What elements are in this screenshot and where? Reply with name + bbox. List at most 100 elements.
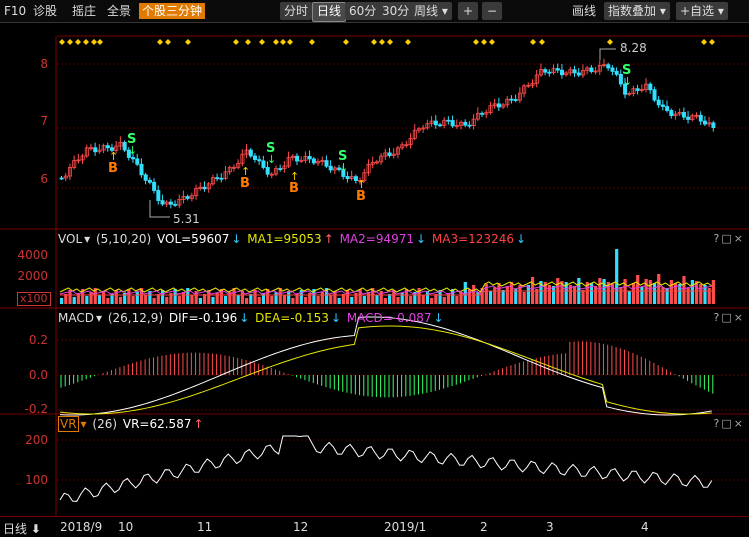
volume-bar xyxy=(442,297,446,304)
buy-signal: B xyxy=(240,176,250,191)
vr-header: VR ▾ (26) VR=62.587 ↑ xyxy=(58,416,204,432)
candle-body xyxy=(215,177,220,180)
low-price-label: 5.31 xyxy=(173,212,200,226)
candle-body xyxy=(681,112,686,118)
volume-bar xyxy=(505,286,509,304)
vol-indicator-select[interactable]: VOL xyxy=(58,232,82,246)
vol-tick-4000: 4000 xyxy=(17,248,48,262)
candle-body xyxy=(219,177,224,180)
vr-indicator-select[interactable]: VR xyxy=(58,416,79,432)
candle-body xyxy=(147,179,152,183)
vr-params: (26) xyxy=(92,417,118,431)
volume-bar xyxy=(345,290,350,304)
x-tick: 2 xyxy=(480,520,488,534)
volume-bar xyxy=(522,292,526,304)
signal-diamond xyxy=(97,39,103,45)
candle-body xyxy=(509,98,514,101)
candle-body xyxy=(433,120,438,126)
signal-diamond xyxy=(233,39,239,45)
volume-bar xyxy=(291,298,295,304)
macd-panel-controls[interactable]: ?□× xyxy=(714,311,745,324)
volume-bar xyxy=(362,296,366,304)
volume-bar xyxy=(135,292,139,304)
candle-body xyxy=(387,152,392,156)
volume-bar xyxy=(581,290,585,304)
volume-bar xyxy=(282,295,287,304)
volume-bar xyxy=(661,287,665,304)
macd-histogram xyxy=(59,316,714,416)
candle-body xyxy=(606,64,611,69)
volume-bar xyxy=(421,295,425,304)
volume-bar xyxy=(455,296,459,304)
buy-signal: B xyxy=(108,161,118,176)
candle-body xyxy=(261,160,266,168)
macd-tick-00: 0.0 xyxy=(28,368,48,382)
candle-body xyxy=(265,167,270,175)
volume-bar xyxy=(627,291,631,304)
signal-diamond xyxy=(185,39,191,45)
candle-body xyxy=(711,122,716,128)
candle-body xyxy=(496,103,501,108)
volume-bar xyxy=(366,292,371,304)
signal-diamond xyxy=(91,39,97,45)
volume-bar xyxy=(236,295,240,304)
x-tick: 3 xyxy=(546,520,554,534)
volume-bar xyxy=(476,292,480,304)
volume-bar xyxy=(224,296,228,304)
candle-body xyxy=(543,69,548,73)
volume-bar xyxy=(657,274,661,304)
sell-arrow: ↓ xyxy=(128,144,137,157)
volume-bar xyxy=(85,296,89,304)
macd-value: MACD=-0.087 xyxy=(346,311,432,325)
signal-diamond xyxy=(280,39,286,45)
candle-body xyxy=(173,203,178,206)
macd-indicator-select[interactable]: MACD xyxy=(58,311,94,325)
volume-bar xyxy=(102,291,106,304)
candle-body xyxy=(480,112,485,115)
signal-diamond xyxy=(259,39,265,45)
volume-bar xyxy=(303,297,308,304)
time-axis: 日线 ⬇ 2018/9 10 11 12 2019/1 2 3 4 xyxy=(0,516,749,537)
candle-body xyxy=(311,158,316,164)
vol-ma1: MA1=95053 xyxy=(247,232,322,246)
volume-bar xyxy=(669,280,673,304)
volume-bar xyxy=(648,280,652,304)
signal-diamond xyxy=(245,39,251,45)
signal-diamond xyxy=(343,39,349,45)
volume-bar xyxy=(573,286,577,304)
volume-bars xyxy=(59,249,715,304)
candle-body xyxy=(324,160,329,167)
candle-body xyxy=(139,163,144,176)
candle-body xyxy=(345,176,350,179)
volume-bar xyxy=(350,297,354,304)
volume-bar xyxy=(127,289,131,304)
signal-diamond xyxy=(83,39,89,45)
stock-chart-canvas: B↑B↑B↑B↑S↓ S↓ S↓S↓ xyxy=(0,35,749,516)
period-label[interactable]: 日线 ⬇ xyxy=(3,520,41,537)
volume-bar xyxy=(97,295,102,304)
x-tick: 11 xyxy=(197,520,213,534)
candle-body xyxy=(143,174,148,181)
volume-bar xyxy=(177,296,181,304)
buy-arrow: ↑ xyxy=(357,178,366,191)
x-tick: 10 xyxy=(118,520,134,534)
candle-body xyxy=(698,114,703,122)
candle-body xyxy=(156,190,161,201)
x-tick: 2019/1 xyxy=(384,520,427,534)
vr-series-line xyxy=(59,435,713,502)
vr-panel-controls[interactable]: ?□× xyxy=(714,417,745,430)
candle-body xyxy=(295,155,300,162)
candle-body xyxy=(446,119,451,122)
signal-diamond xyxy=(489,39,495,45)
volume-bar xyxy=(131,296,135,304)
volume-bar xyxy=(699,284,703,304)
candle-body xyxy=(278,168,283,170)
vol-panel-controls[interactable]: ?□× xyxy=(714,232,745,245)
candle-body xyxy=(135,158,140,165)
volume-bar xyxy=(152,298,156,304)
candle-body xyxy=(576,72,581,76)
x-tick: 4 xyxy=(641,520,649,534)
volume-bar xyxy=(409,296,413,304)
volume-bar xyxy=(320,292,324,304)
volume-bar xyxy=(467,289,472,304)
